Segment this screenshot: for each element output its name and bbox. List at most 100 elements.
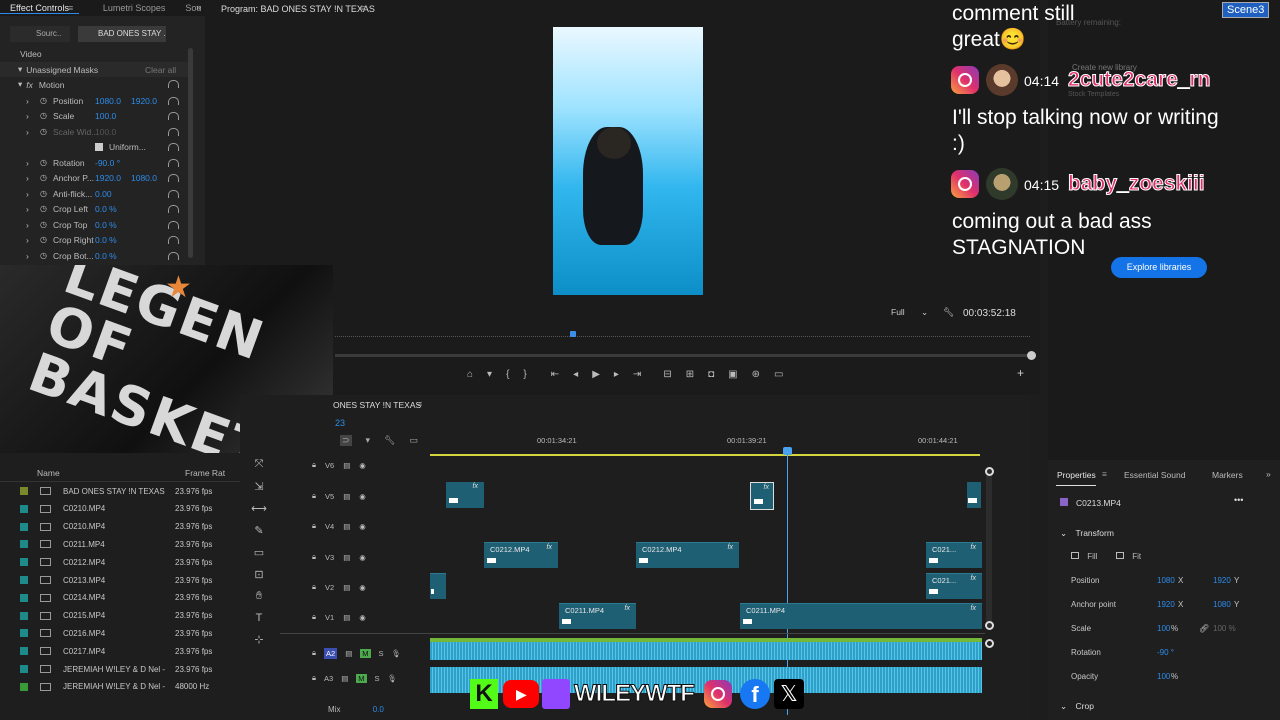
eye-icon[interactable]: ◉ <box>359 492 366 501</box>
effect-row-crop-top[interactable]: › ◷ Crop Top 0.0 % <box>0 217 190 232</box>
reset-icon[interactable] <box>168 205 179 213</box>
go-to-out-icon[interactable]: ⇥ <box>633 369 641 380</box>
audio-scroll-handle[interactable] <box>985 639 994 648</box>
effect-row-anchor-p-[interactable]: › ◷ Anchor P... 1920.0 1080.0 <box>0 170 190 185</box>
stopwatch-icon[interactable]: ◷ <box>40 111 47 120</box>
panel-menu-icon[interactable]: ≡ <box>417 399 422 409</box>
fill-option[interactable]: Fill <box>1071 552 1097 561</box>
captions-tool-icon[interactable]: ⊹ <box>254 633 263 646</box>
mic-icon[interactable]: 🎙︎ <box>388 674 398 683</box>
lock-icon[interactable]: 🔒︎ <box>312 582 316 592</box>
project-item[interactable]: C0213.MP4 23.976 fps <box>0 571 240 589</box>
extract-icon[interactable]: ⊞ <box>686 369 694 380</box>
clip-v5-a[interactable]: fx <box>446 482 484 508</box>
chevron-right-icon[interactable]: › <box>26 189 29 199</box>
clip-v2-c021[interactable]: C021... fx <box>926 573 982 599</box>
position-x[interactable]: 1080 <box>1157 576 1175 585</box>
stopwatch-icon[interactable]: ◷ <box>40 189 47 198</box>
captions-icon[interactable]: ▭ <box>774 369 783 380</box>
stopwatch-icon[interactable]: ◷ <box>40 251 47 260</box>
panel-menu-icon[interactable]: ≡ <box>68 3 73 13</box>
compare-icon[interactable]: ▣ <box>728 369 737 380</box>
wrench-icon[interactable]: 🔧︎ <box>943 307 954 318</box>
effect-row-crop-right[interactable]: › ◷ Crop Right 0.0 % <box>0 232 190 247</box>
fit-option[interactable]: Fit <box>1116 552 1141 561</box>
sync-icon[interactable]: ▤ <box>343 492 350 501</box>
col-name-header[interactable]: Name <box>37 468 60 478</box>
lock-icon[interactable]: 🔒︎ <box>312 552 316 562</box>
camera-icon[interactable]: ◘ <box>708 369 714 380</box>
anchor-x[interactable]: 1920 <box>1157 600 1175 609</box>
step-forward-icon[interactable]: ▸ <box>614 369 619 380</box>
track-header-v5[interactable]: 🔒︎ V5 ▤ ◉ <box>312 486 442 506</box>
add-marker-icon[interactable]: ▾ <box>487 369 492 380</box>
time-ruler[interactable]: 00:01:34:21 00:01:39:21 00:01:44:21 <box>430 433 990 455</box>
project-item[interactable]: JEREMIAH W!LEY & D Nel - 23.976 fps <box>0 660 240 678</box>
go-to-in-icon[interactable]: ⇤ <box>551 369 559 380</box>
play-icon[interactable]: ▶ <box>592 369 600 380</box>
solo-button[interactable]: S <box>375 674 380 683</box>
lock-icon[interactable]: 🔒︎ <box>312 612 316 622</box>
track-header-v1[interactable]: 🔒︎ V1 ▤ ◉ <box>312 607 442 627</box>
eye-icon[interactable]: ◉ <box>359 613 366 622</box>
linked-icon[interactable]: ▾ <box>366 435 371 446</box>
playhead-marker[interactable] <box>570 331 576 337</box>
vr-icon[interactable]: ⊛ <box>752 369 760 380</box>
effect-row-scale-wid-[interactable]: › ◷ Scale Wid... 100.0 <box>0 124 190 139</box>
reset-icon[interactable] <box>168 174 179 182</box>
timeline-scroll-handle-top[interactable] <box>985 467 994 476</box>
clip-v5-c[interactable] <box>967 482 981 508</box>
property-value-1[interactable]: 0.0 % <box>95 235 117 245</box>
project-item[interactable]: C0212.MP4 23.976 fps <box>0 553 240 571</box>
project-item[interactable]: C0211.MP4 23.976 fps <box>0 535 240 553</box>
add-button-icon[interactable]: + <box>1017 366 1024 380</box>
lock-icon[interactable]: 🔒︎ <box>312 521 316 531</box>
reset-icon[interactable] <box>168 80 179 88</box>
rotation-value[interactable]: -90 ° <box>1157 648 1174 657</box>
tab-essential-sound[interactable]: Essential Sound <box>1124 470 1185 480</box>
chevron-right-icon[interactable]: › <box>26 158 29 168</box>
transform-section[interactable]: ⌄ Transform <box>1060 528 1114 539</box>
marker-icon[interactable]: 🔧︎ <box>384 435 395 446</box>
stopwatch-icon[interactable]: ◷ <box>40 158 47 167</box>
step-back-icon[interactable]: ◂ <box>573 369 578 380</box>
project-item[interactable]: C0215.MP4 23.976 fps <box>0 607 240 625</box>
project-item[interactable]: C0210.MP4 23.976 fps <box>0 500 240 518</box>
property-value-1[interactable]: 0.00 <box>95 189 112 199</box>
property-value-1[interactable]: 100.0 <box>95 111 116 121</box>
stopwatch-icon[interactable]: ◷ <box>40 235 47 244</box>
selection-tool-icon[interactable]: ⤧ <box>255 458 264 471</box>
panel-menu-icon[interactable]: ≡ <box>1102 469 1107 479</box>
property-value-1[interactable]: 0.0 % <box>95 251 117 261</box>
project-item[interactable]: BAD ONES STAY !N TEXAS 23.976 fps <box>0 482 240 500</box>
pen-tool-icon[interactable]: ✎ <box>254 524 263 537</box>
work-area-bar[interactable] <box>430 454 980 456</box>
crop-section[interactable]: ⌄ Crop <box>1060 701 1094 712</box>
clip-v3-c0212-a[interactable]: C0212.MP4 fx <box>484 542 558 568</box>
effect-row-rotation[interactable]: › ◷ Rotation -90.0 ° <box>0 155 190 170</box>
sync-icon[interactable]: ▤ <box>341 674 348 683</box>
effect-row-position[interactable]: › ◷ Position 1080.0 1920.0 <box>0 93 190 108</box>
stopwatch-icon[interactable]: ◷ <box>40 127 47 136</box>
mark-out-icon[interactable]: } <box>523 369 526 380</box>
settings-icon[interactable]: ▭ <box>410 435 419 446</box>
sync-icon[interactable]: ▤ <box>343 613 350 622</box>
clip-v1-c0211-a[interactable]: C0211.MP4 fx <box>559 603 636 629</box>
tab-markers[interactable]: Markers <box>1212 470 1243 480</box>
property-value-2[interactable]: 1920.0 <box>131 96 157 106</box>
eye-icon[interactable]: ◉ <box>359 583 366 592</box>
track-header-v6[interactable]: 🔒︎ V6 ▤ ◉ <box>312 455 442 475</box>
project-item[interactable]: C0214.MP4 23.976 fps <box>0 589 240 607</box>
more-tabs-icon[interactable]: » <box>196 2 201 12</box>
eye-icon[interactable]: ◉ <box>359 461 366 470</box>
hand-tool-icon[interactable]: ✋︎ <box>256 590 262 603</box>
track-header-v3[interactable]: 🔒︎ V3 ▤ ◉ <box>312 547 442 567</box>
project-item[interactable]: C0216.MP4 23.976 fps <box>0 624 240 642</box>
link-icon[interactable]: 🔗︎ <box>1199 624 1209 633</box>
type-tool-icon[interactable]: T <box>256 612 263 624</box>
lift-icon[interactable]: ⌂ <box>467 369 473 380</box>
track-header-a3[interactable]: 🔒︎ A3 ▤ M S 🎙︎ <box>312 670 397 686</box>
ec-scrollbar[interactable] <box>188 48 193 258</box>
clip-v3-c0212-b[interactable]: C0212.MP4 fx <box>636 542 739 568</box>
property-value-2[interactable]: 1080.0 <box>131 173 157 183</box>
